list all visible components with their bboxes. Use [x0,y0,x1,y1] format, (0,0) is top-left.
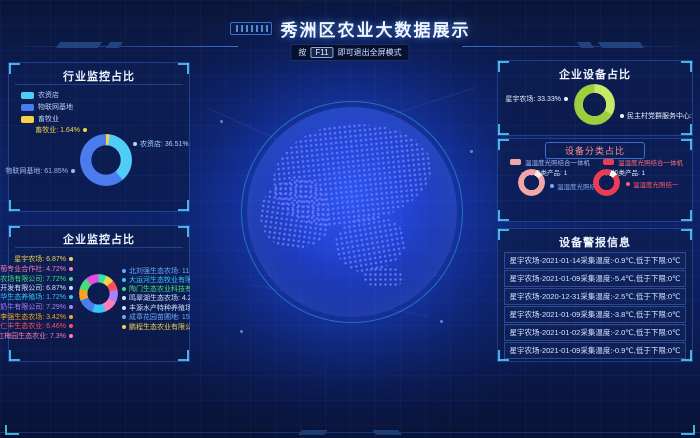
legend-label: 温湿度光照结合一体机 [525,157,590,167]
label-dot [620,114,624,118]
footer-decor [372,430,402,435]
label-dot [69,286,73,290]
label-dot [122,306,126,310]
label-dot [83,128,87,132]
alarm-row: 星宇农场-2021-01-09采集温度:-0.9℃,低于下限:0℃ [504,342,686,359]
device-class-panel: 设备分类占比 温湿度光照结合一体机 温湿度光照结合一体机 一体机类产品: 1 一… [497,138,693,222]
title-divider [15,84,183,85]
label-dot [71,169,75,173]
label-dot [626,182,630,186]
label-dot [122,269,126,273]
panel-title: 行业监控占比 [9,63,189,84]
sparkle [240,330,243,333]
header-decor [577,42,594,48]
panel-title: 企业设备占比 [498,61,692,82]
legend-label: 物联网基地 [38,102,73,112]
pie-label: 畜牧业: 1.64% [27,125,87,135]
legend-swatch [510,159,521,165]
legend-item[interactable]: 农资店 [21,90,59,100]
label-dot [122,278,126,282]
pie-label: 绿诚葡萄专业合作社: 4.72% [9,264,73,274]
globe-rim [241,101,463,323]
class-donut-left[interactable] [518,169,545,196]
class-donut-right[interactable] [593,169,620,196]
device-donut-chart[interactable] [574,84,615,125]
hint-suffix: 即可退出全屏模式 [338,47,402,58]
label-dot [69,305,73,309]
alarm-row: 星宇农场-2021-01-09采集温度:-5.4℃,低于下限:0℃ [504,270,686,287]
label-dot [564,97,568,101]
sparkle [220,120,223,123]
header-decor [598,42,644,48]
legend-label: 农资店 [38,90,59,100]
page-title: 秀洲区农业大数据展示 [281,16,471,41]
dashboard: 秀洲区农业大数据展示 按 F11 即可退出全屏模式 行业监控占比 农资店 物联网… [0,0,700,438]
footer-line [0,432,700,433]
pie-label: 成章花园苗圃地: 15.02% [122,312,190,322]
pie-label: 红梅园生态农业: 7.3% [9,331,73,341]
fullscreen-hint: 按 F11 即可退出全屏模式 [290,44,409,61]
pie-label: 农资店: 36.51% [133,139,189,149]
industry-monitor-panel: 行业监控占比 农资店 物联网基地 畜牧业 畜牧业: 1.64% 农资店: 36.… [8,62,190,212]
label-dot [122,315,126,319]
label-dot [122,296,126,300]
legend-label: 温湿度光照结合一体机 [618,157,683,167]
enterprise-donut-chart[interactable] [79,274,118,313]
alarm-row: 星宇农场-2020-12-31采集温度:-2.5℃,低于下限:0℃ [504,288,686,305]
title-divider [15,247,183,248]
footer-decor [298,430,328,435]
alarm-info-panel: 设备警报信息 星宇农场-2021-01-14采集温度:-0.9℃,低于下限:0℃… [497,228,693,362]
label-dot [122,325,126,329]
legend-item[interactable]: 物联网基地 [21,102,73,112]
legend-item[interactable]: 畜牧业 [21,114,59,124]
industry-donut-chart[interactable] [80,134,132,186]
legend-label: 畜牧业 [38,114,59,124]
pie-label: 温湿度光照结一 [550,181,594,191]
footer-corner-right [681,425,695,435]
header-decor [56,42,102,48]
label-dot [69,277,73,281]
panel-title: 企业监控占比 [9,226,189,247]
pie-label: 物联网基地: 61.85% [9,166,75,176]
pie-label: 中奶牛有限公司: 7.29% [9,302,73,312]
enterprise-monitor-panel: 企业监控占比 星宇农场: 6.87% 绿诚葡萄专业合作社: 4.72% 家骏农场… [8,225,190,362]
label-dot [69,267,73,271]
alarm-row: 星宇农场-2021-01-09采集温度:-3.8℃,低于下限:0℃ [504,306,686,323]
pie-label: 民主村党群服务中心: [620,111,692,121]
legend-swatch [21,92,34,99]
label-dot [69,295,73,299]
label-dot [69,315,73,319]
label-dot [69,334,73,338]
legend-swatch [21,116,34,123]
label-dot [550,184,554,188]
label-dot [133,142,137,146]
logo-badge [230,22,272,35]
alarm-row: 星宇农场-2021-01-02采集温度:-2.0℃,低于下限:0℃ [504,324,686,341]
f11-keycap: F11 [310,47,333,58]
legend-swatch [603,159,614,165]
device-ratio-panel: 企业设备占比 星宇农场: 33.33% 民主村党群服务中心: [497,60,693,136]
legend-swatch [21,104,34,111]
header-decor [106,42,123,48]
sparkle [440,320,443,323]
label-dot [122,287,126,291]
label-dot [69,324,73,328]
legend-item[interactable]: 温湿度光照结合一体机 [603,157,683,167]
pie-label: 七华生态养殖场: 1.72% [9,292,73,302]
pie-label: 鸣翠湖生态农场: 4.29% [122,293,190,303]
legend-item[interactable]: 温湿度光照结合一体机 [510,157,590,167]
pie-label: 温湿度光照结一 [626,179,688,189]
pie-label: 星宇农场: 6.87% [9,254,73,264]
sparkle [470,150,473,153]
footer-corner-left [5,425,19,435]
alarm-row: 星宇农场-2021-01-14采集温度:-0.9℃,低于下限:0℃ [504,252,686,269]
pie-label: 星宇农场: 33.33% [500,94,568,104]
globe-visualization [247,107,457,317]
pie-label: 仁丰生态农业: 6.46% [9,321,73,331]
hint-prefix: 按 [298,47,306,58]
panel-title: 设备警报信息 [498,229,692,250]
label-dot [69,257,73,261]
pie-label: 鹏程生态农业有限公司: 6.87% [122,322,190,332]
